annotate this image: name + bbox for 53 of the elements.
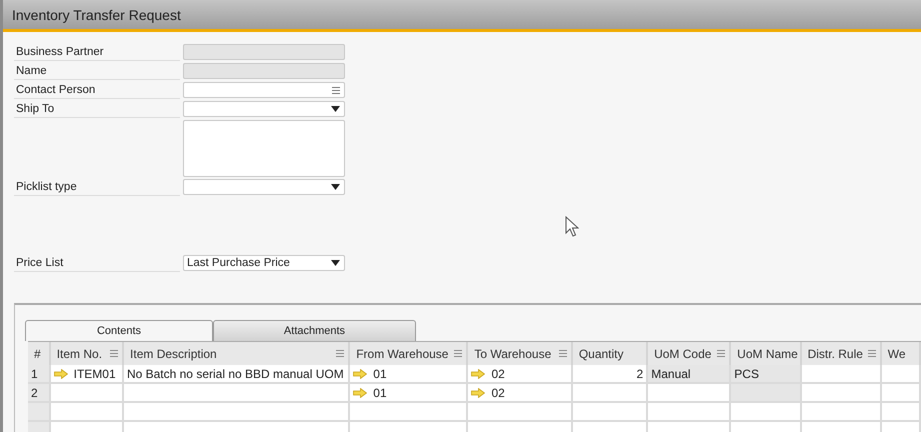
column-header[interactable]: To Warehouse [468, 342, 573, 365]
dropdown-arrow-icon [331, 184, 340, 190]
row-number: 2 [28, 384, 51, 403]
link-arrow-icon[interactable] [471, 368, 486, 378]
menu-icon [454, 350, 462, 357]
field-label: Contact Person [14, 82, 180, 99]
dropdown-field[interactable]: Last Purchase Price [183, 255, 345, 271]
table-cell [731, 403, 802, 422]
table-cell [882, 403, 921, 422]
table-cell: No Batch no serial no BBD manual UOM [124, 365, 350, 384]
table-cell: 2 [572, 365, 648, 384]
column-header: # [28, 342, 51, 365]
column-header[interactable]: Quantity [572, 342, 648, 365]
menu-icon [868, 350, 876, 357]
text-area[interactable] [183, 120, 345, 177]
input-field[interactable] [183, 82, 345, 98]
field-label: Name [14, 63, 180, 80]
menu-icon [110, 350, 118, 357]
column-header[interactable]: UoM Name [731, 342, 802, 365]
tab[interactable]: Contents [25, 320, 213, 341]
dropdown-field[interactable] [183, 179, 345, 195]
column-header[interactable]: From Warehouse [350, 342, 468, 365]
tab[interactable]: Attachments [213, 320, 416, 341]
table-cell: 01 [350, 365, 468, 384]
link-arrow-icon[interactable] [353, 368, 368, 378]
dropdown-arrow-icon [331, 106, 340, 112]
field-label: Price List [14, 255, 180, 272]
column-header[interactable]: Distr. Rule [802, 342, 882, 365]
row-number: 1 [28, 365, 51, 384]
table-cell: 02 [468, 384, 573, 403]
link-arrow-icon[interactable] [54, 368, 68, 378]
column-header[interactable]: UoM Code [648, 342, 732, 365]
table-cell: PCS [731, 365, 802, 384]
link-arrow-icon[interactable] [353, 388, 368, 398]
dropdown-field[interactable] [183, 101, 345, 117]
field-label: Ship To [14, 101, 180, 118]
field-label: Business Partner [14, 44, 180, 61]
window-title: Inventory Transfer Request [12, 6, 181, 22]
dropdown-arrow-icon [331, 260, 340, 266]
table-cell: 01 [350, 384, 468, 403]
menu-icon [717, 350, 726, 357]
field-label: Picklist type [14, 179, 180, 196]
column-header[interactable]: Item No. [50, 342, 124, 365]
column-header[interactable]: We [882, 342, 921, 365]
menu-icon [336, 350, 344, 357]
table-cell: ITEM01 [50, 365, 124, 384]
menu-icon [558, 350, 567, 357]
list-icon [332, 86, 340, 94]
table-cell: 02 [468, 365, 573, 384]
table-cell: Manual [648, 365, 732, 384]
column-header[interactable]: Item Description [124, 342, 350, 365]
link-arrow-icon[interactable] [471, 388, 486, 398]
mouse-pointer-icon [565, 216, 579, 238]
